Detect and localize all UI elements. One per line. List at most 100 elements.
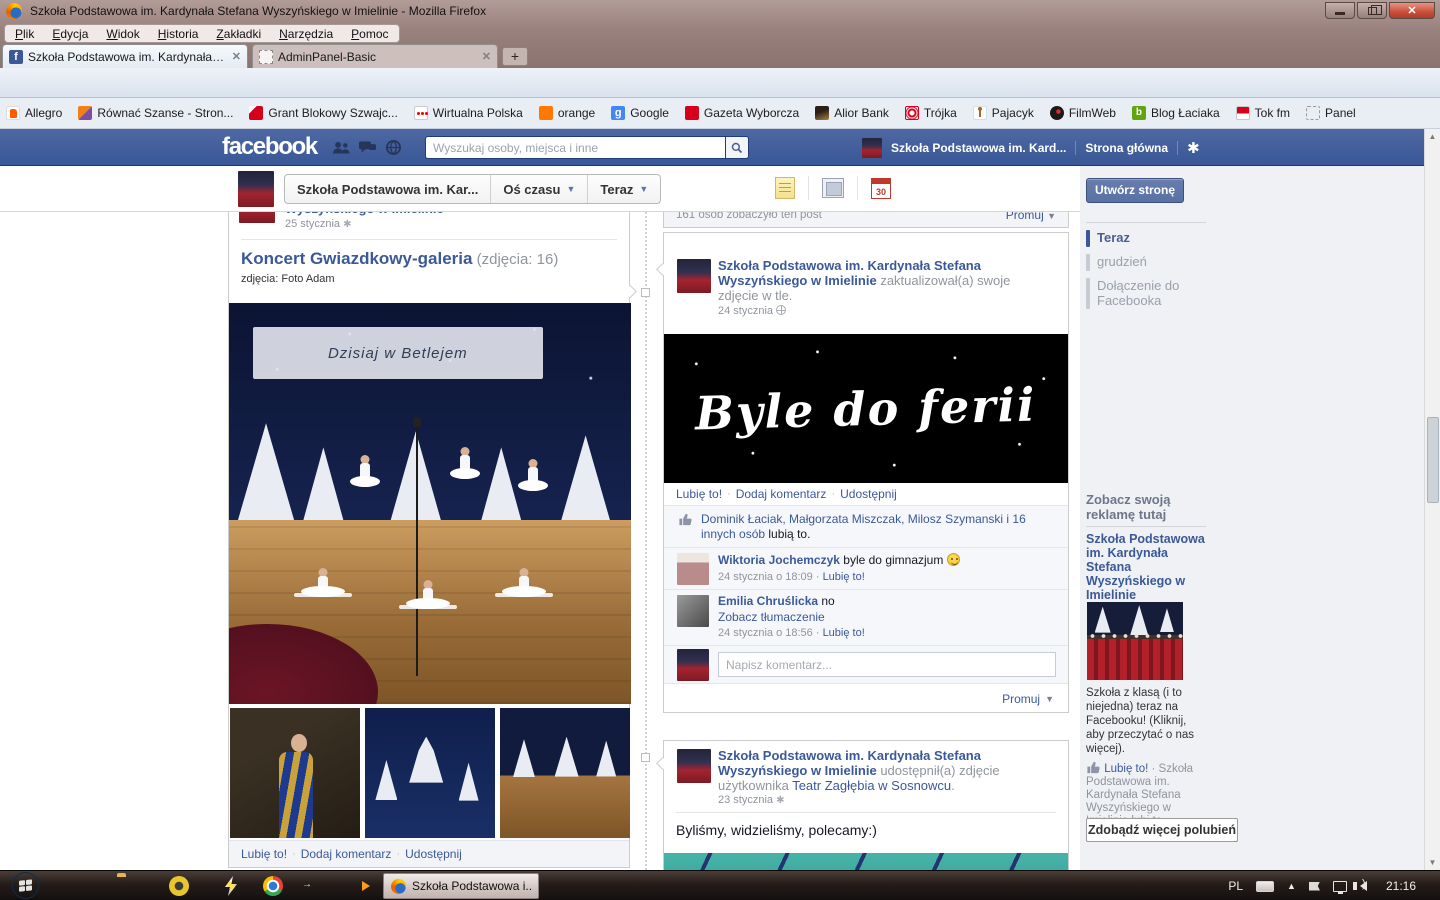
commenter-avatar[interactable]: [677, 553, 709, 585]
start-button[interactable]: [12, 872, 39, 899]
clock[interactable]: 21:16: [1386, 879, 1416, 893]
post-avatar[interactable]: [677, 259, 711, 293]
bookmark-alior[interactable]: Alior Bank: [815, 106, 889, 120]
menu-pomoc[interactable]: Pomoc: [351, 27, 388, 41]
window-titlebar[interactable]: Szkoła Podstawowa im. Kardynała Stefana …: [0, 0, 1440, 22]
timeline-nav-december[interactable]: grudzień: [1086, 254, 1147, 271]
bookmark-filmweb[interactable]: FilmWeb: [1050, 106, 1116, 120]
volume-icon[interactable]: [1360, 881, 1367, 891]
active-window-button[interactable]: Szkoła Podstawowa i...: [383, 873, 539, 899]
account-name[interactable]: Szkoła Podstawowa im. Kard...: [891, 141, 1066, 155]
ad-image[interactable]: [1087, 602, 1183, 680]
album-title[interactable]: Koncert Gwiazdkowy-galeria (zdjęcia: 16): [241, 249, 558, 269]
commenter-name[interactable]: Wiktoria Jochemczyk: [718, 553, 840, 567]
scrollbar-thumb[interactable]: [1427, 417, 1439, 503]
restore-button[interactable]: [1357, 2, 1387, 19]
account-avatar[interactable]: [862, 138, 882, 158]
scroll-down-icon[interactable]: ▼: [1427, 858, 1438, 867]
like-link[interactable]: Lubię to!: [241, 847, 287, 861]
facebook-logo[interactable]: facebook: [222, 133, 317, 161]
bookmark-grant-blokowy[interactable]: Grant Blokowy Szwajc...: [249, 106, 397, 120]
home-link[interactable]: Strona główna: [1085, 141, 1168, 155]
bookmark-google[interactable]: gGoogle: [611, 106, 669, 120]
shared-from-link[interactable]: Teatr Zagłębia w Sosnowcu: [792, 778, 951, 793]
photos-icon[interactable]: [822, 178, 844, 198]
promote-link[interactable]: Promuj: [1002, 692, 1040, 706]
ad-like-link[interactable]: Lubię to!: [1104, 763, 1148, 775]
facebook-search-input[interactable]: [425, 136, 725, 159]
timeline-tab-button[interactable]: Oś czasu▼: [490, 175, 587, 203]
timeline-nav-now[interactable]: Teraz: [1086, 230, 1130, 247]
activity-log-icon[interactable]: [775, 177, 795, 199]
post-author-clipped[interactable]: Wyszyńskiego w Imielinie: [285, 212, 444, 216]
action-center-flag-icon[interactable]: [1309, 882, 1320, 891]
bookmark-trojka[interactable]: Trójka: [905, 106, 957, 120]
menu-zakladki[interactable]: Zakładki: [216, 27, 261, 41]
post-avatar[interactable]: [677, 749, 711, 783]
calendar-icon[interactable]: 30: [871, 178, 891, 199]
tab-facebook[interactable]: f Szkoła Podstawowa im. Kardynała Ste...…: [2, 44, 248, 68]
album-thumbnail-1[interactable]: [230, 708, 360, 838]
commenter-avatar[interactable]: [677, 595, 709, 627]
concert-photo[interactable]: Dzisiaj w Betlejem: [229, 303, 631, 704]
bookmark-orange[interactable]: orange: [539, 106, 595, 120]
like-link[interactable]: Lubię to!: [676, 487, 722, 501]
share-link[interactable]: Udostępnij: [840, 487, 897, 501]
settings-gear-icon[interactable]: ✱: [1187, 139, 1200, 157]
get-more-likes-button[interactable]: Zdobądź więcej polubień: [1086, 818, 1238, 842]
create-page-button[interactable]: Utwórz stronę: [1086, 178, 1184, 203]
tab-close-icon[interactable]: ✕: [482, 50, 491, 63]
browser-scrollbar[interactable]: ▲ ▼: [1424, 129, 1440, 870]
promote-link[interactable]: Promuj ▼: [1006, 212, 1056, 222]
facebook-search-button[interactable]: [725, 136, 749, 159]
tab-adminpanel[interactable]: AdminPanel-Basic ✕: [252, 44, 498, 68]
album-thumbnail-2[interactable]: [365, 708, 495, 838]
daemon-tools-icon[interactable]: [169, 876, 189, 896]
zap-app-icon[interactable]: [221, 876, 241, 896]
album-thumbnail-3[interactable]: [500, 708, 630, 838]
share-link[interactable]: Udostępnij: [405, 847, 462, 861]
see-translation-link[interactable]: Zobacz tłumaczenie: [718, 610, 825, 624]
likers-links[interactable]: Dominik Łaciak, Małgorzata Miszczak, Mil…: [701, 512, 1026, 541]
menu-widok[interactable]: Widok: [106, 27, 139, 41]
comment-input[interactable]: [718, 652, 1056, 677]
scroll-up-icon[interactable]: ▲: [1427, 132, 1438, 141]
bookmark-allegro[interactable]: Allegro: [6, 106, 62, 120]
page-avatar[interactable]: [238, 171, 274, 207]
cover-image[interactable]: Byle do ferii: [664, 334, 1068, 483]
shared-image[interactable]: [664, 853, 1068, 870]
comment-link[interactable]: Dodaj komentarz: [301, 847, 392, 861]
ad-page-link[interactable]: Szkoła Podstawowa im. Kardynała Stefana …: [1086, 532, 1210, 602]
post-date[interactable]: 23 stycznia ✱: [718, 794, 784, 806]
menu-edycja[interactable]: Edycja: [52, 27, 88, 41]
post-date[interactable]: 24 stycznia: [718, 305, 786, 317]
bookmark-tokfm[interactable]: Tok fm: [1236, 106, 1290, 120]
post-date[interactable]: 25 stycznia ✱: [285, 218, 351, 230]
commenter-name[interactable]: Emilia Chruślicka: [718, 594, 818, 608]
page-name-button[interactable]: Szkoła Podstawowa im. Kar...: [285, 175, 490, 203]
bookmark-pajacyk[interactable]: Pajacyk: [973, 106, 1034, 120]
bookmark-rownac-szanse[interactable]: Równać Szanse - Stron...: [78, 106, 233, 120]
comment-link[interactable]: Dodaj komentarz: [736, 487, 827, 501]
comment-like-link[interactable]: Lubię to!: [823, 627, 865, 639]
messages-icon[interactable]: [359, 140, 376, 155]
new-tab-button[interactable]: +: [502, 47, 528, 66]
language-indicator[interactable]: PL: [1228, 879, 1243, 893]
tray-expand-icon[interactable]: ▲: [1287, 881, 1296, 891]
notifications-globe-icon[interactable]: [385, 140, 402, 155]
menu-plik[interactable]: Plik: [15, 27, 34, 41]
post-avatar[interactable]: [239, 212, 275, 223]
close-button[interactable]: ✕: [1389, 2, 1435, 19]
bookmark-blog-laciaka[interactable]: bBlog Łaciaka: [1132, 106, 1220, 120]
menu-narzedzia[interactable]: Narzędzia: [279, 27, 333, 41]
bookmark-wirtualna-polska[interactable]: Wirtualna Polska: [414, 106, 523, 120]
comment-like-link[interactable]: Lubię to!: [823, 571, 865, 583]
timeline-nav-joined[interactable]: Dołączenie do Facebooka: [1086, 278, 1208, 309]
chrome-icon[interactable]: [263, 876, 283, 896]
bookmark-gazeta[interactable]: Gazeta Wyborcza: [685, 106, 799, 120]
network-icon[interactable]: [1333, 881, 1347, 892]
menu-historia[interactable]: Historia: [158, 27, 199, 41]
facebook-search[interactable]: [425, 136, 749, 159]
minimize-button[interactable]: [1325, 2, 1355, 19]
now-tab-button[interactable]: Teraz▼: [587, 175, 660, 203]
